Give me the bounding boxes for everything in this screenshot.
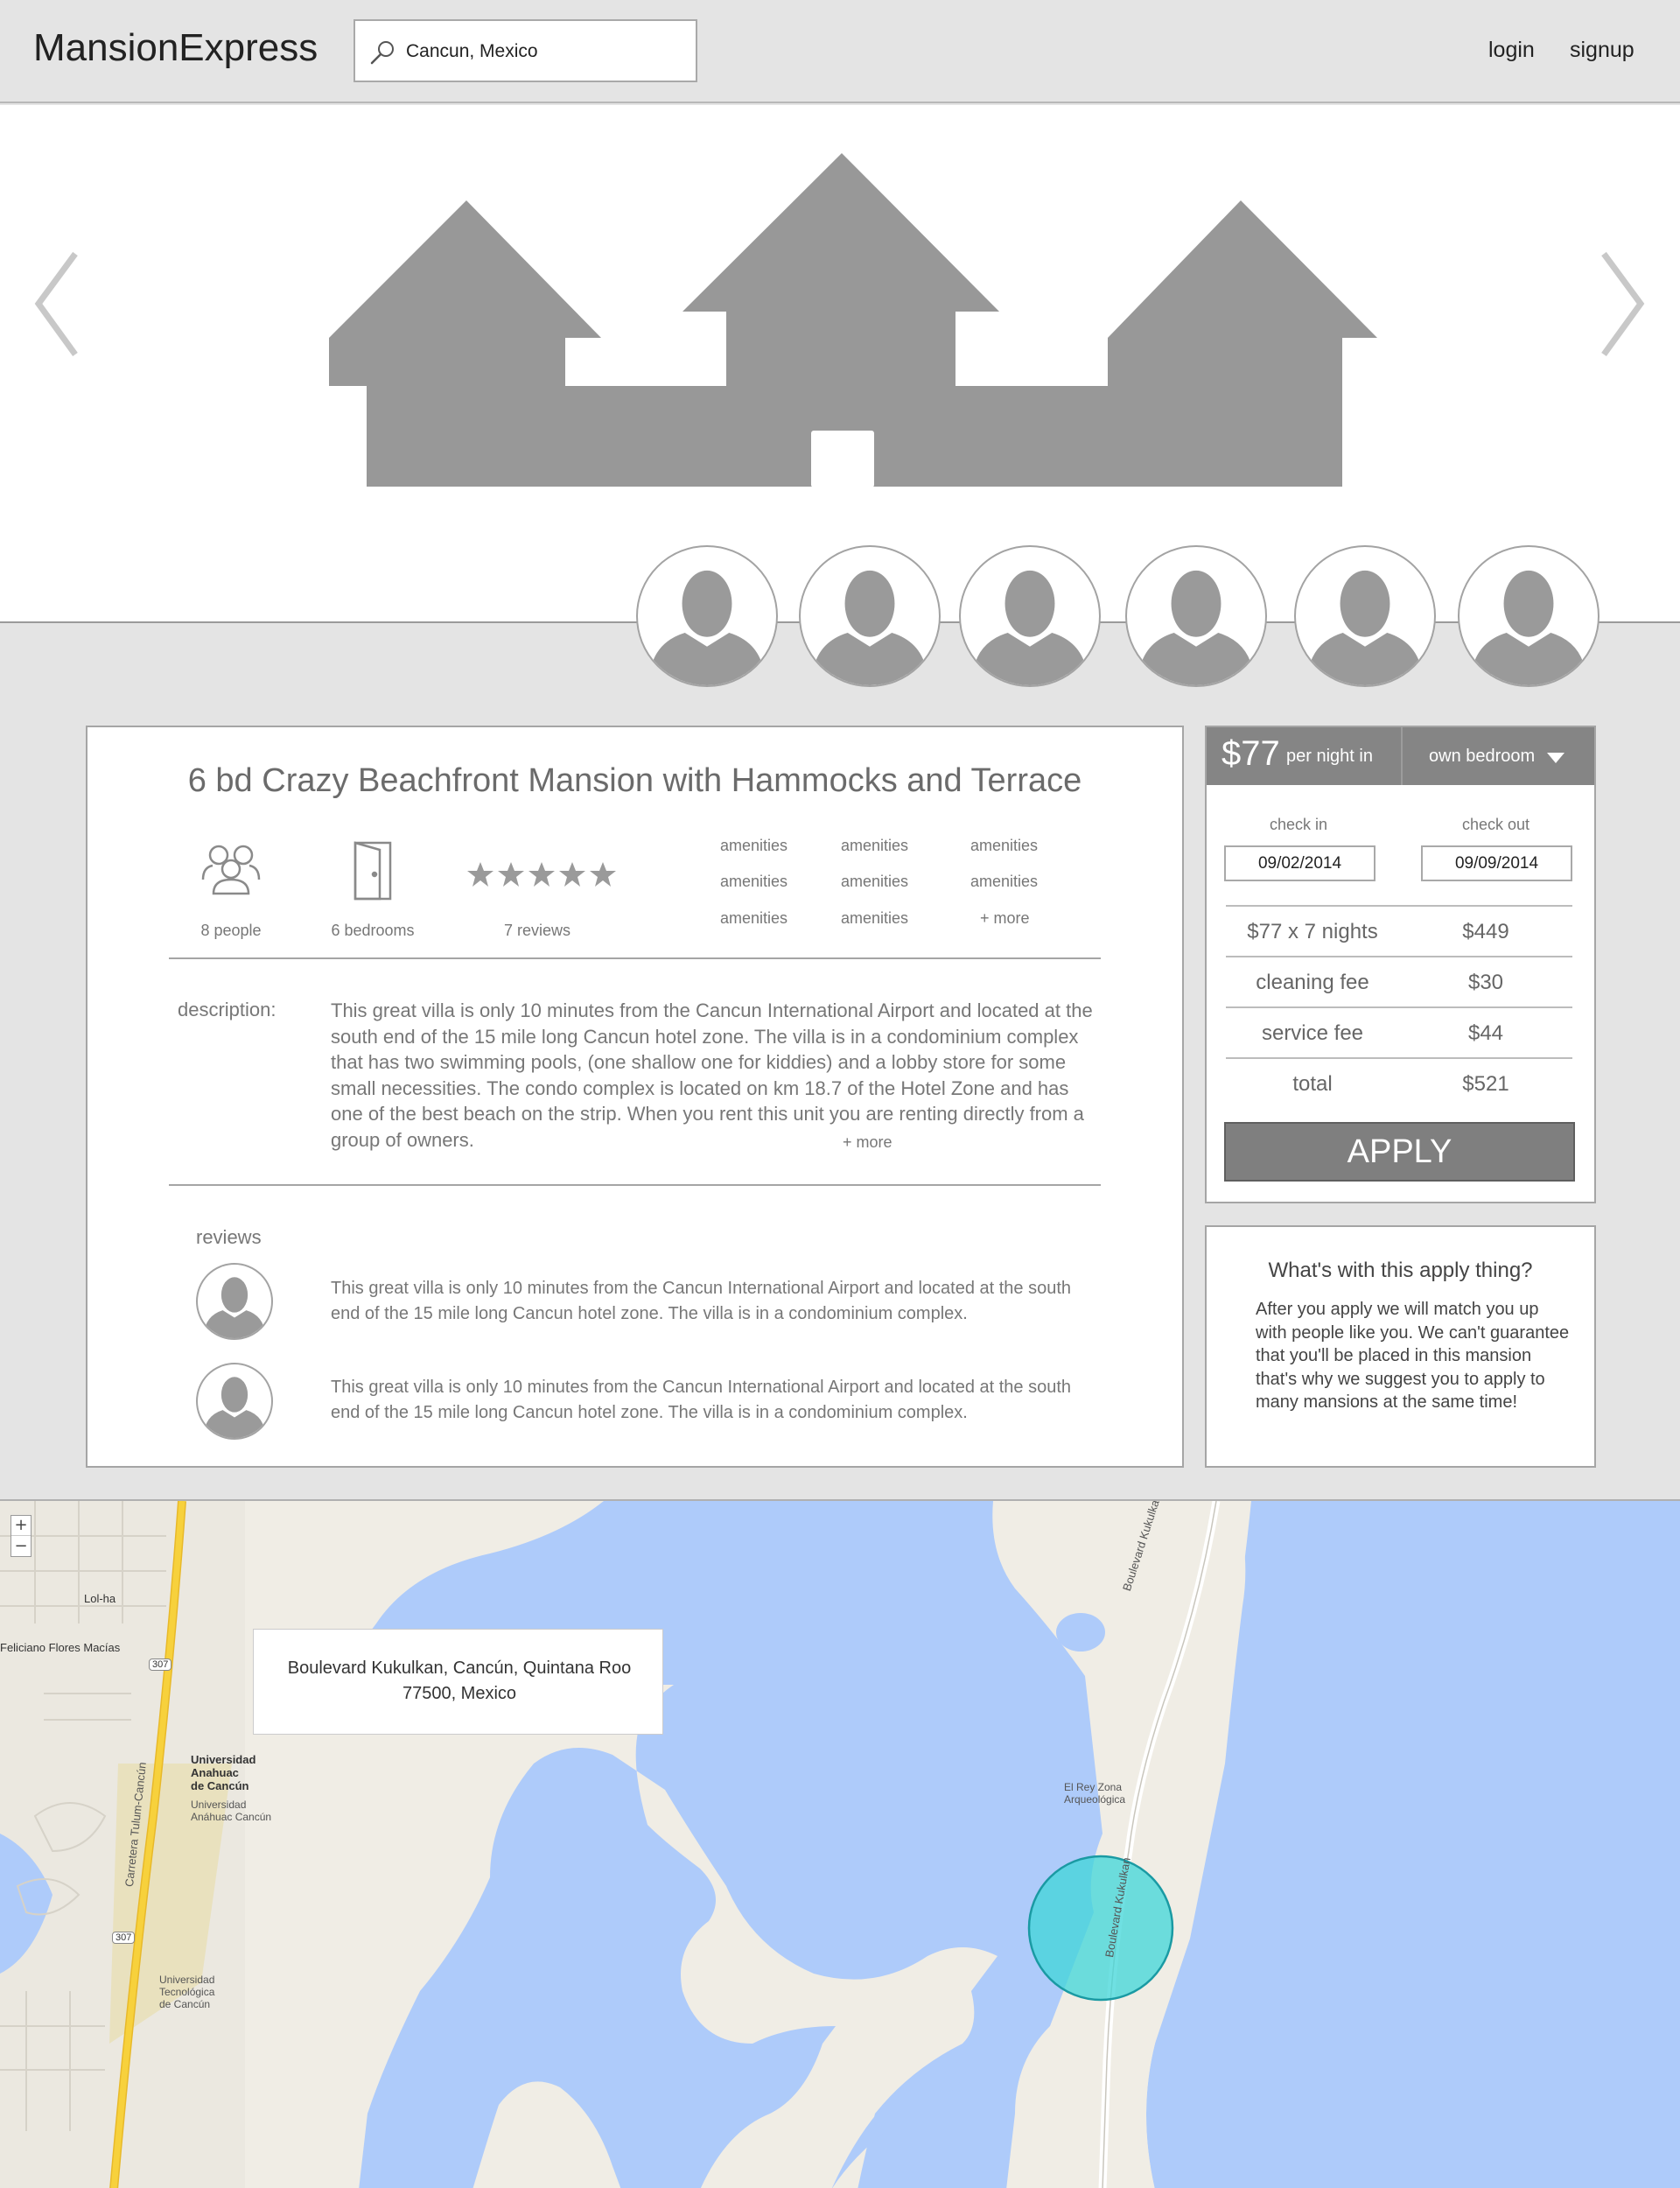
map-zoom-controls: + − bbox=[10, 1515, 32, 1557]
stat-reviews[interactable]: 7 reviews bbox=[467, 841, 616, 939]
amenity-item: amenities bbox=[970, 873, 1039, 890]
listing-title: 6 bd Crazy Beachfront Mansion with Hammo… bbox=[187, 762, 1082, 799]
hero-gallery bbox=[0, 105, 1680, 687]
fee-label: $77 x 7 nights bbox=[1247, 920, 1378, 943]
location-map[interactable]: + − Boulevard Kukulkan, Cancún, Quintana… bbox=[0, 1499, 1680, 2188]
map-label-el-rey: El Rey Zona Arqueológica bbox=[1064, 1781, 1126, 1806]
map-label-universidad-tecnologica: Universidad Tecnológica de Cancún bbox=[159, 1974, 215, 2010]
price-bar: $77 per night in own bedroom bbox=[1207, 727, 1594, 785]
fee-label: cleaning fee bbox=[1256, 971, 1369, 994]
price-amount: $77 bbox=[1222, 734, 1280, 773]
map-label-universidad-anahuac: Universidad Anahuac de Cancún bbox=[191, 1753, 256, 1792]
highway-shield: 307 bbox=[149, 1659, 172, 1671]
site-logo[interactable]: MansionExpress bbox=[33, 26, 318, 70]
people-icon bbox=[201, 845, 261, 895]
top-nav-bar: MansionExpress Cancun, Mexico login sign… bbox=[0, 0, 1680, 103]
highway-shield: 307 bbox=[112, 1932, 136, 1944]
host-avatar[interactable] bbox=[1458, 545, 1600, 687]
amenity-item: amenities bbox=[720, 909, 788, 927]
fee-row-cleaning: cleaning fee $30 bbox=[1226, 956, 1572, 1006]
apply-info-card: What's with this apply thing? After you … bbox=[1205, 1225, 1596, 1468]
check-out-label: check out bbox=[1462, 816, 1530, 833]
host-avatar[interactable] bbox=[1125, 545, 1267, 687]
room-type-dropdown[interactable]: own bedroom bbox=[1401, 727, 1596, 785]
listing-details-card: 6 bd Crazy Beachfront Mansion with Hammo… bbox=[86, 726, 1184, 1468]
search-input[interactable]: Cancun, Mexico bbox=[354, 19, 697, 82]
divider bbox=[169, 957, 1101, 959]
person-icon bbox=[1138, 570, 1255, 685]
reviewer-avatar[interactable] bbox=[196, 1263, 273, 1340]
amenities-more-link[interactable]: + more bbox=[980, 909, 1030, 928]
description-label: description: bbox=[178, 999, 276, 1020]
fee-row-nights: $77 x 7 nights $449 bbox=[1226, 905, 1572, 956]
amenity-item: amenities bbox=[970, 837, 1039, 854]
fee-value: $44 bbox=[1467, 1021, 1504, 1045]
people-count: 8 people bbox=[200, 922, 262, 939]
search-value: Cancun, Mexico bbox=[406, 41, 538, 61]
apply-button[interactable]: APPLY bbox=[1224, 1122, 1575, 1182]
host-avatar[interactable] bbox=[799, 545, 941, 687]
login-link[interactable]: login bbox=[1488, 38, 1535, 63]
room-type-value: own bedroom bbox=[1429, 747, 1536, 766]
person-icon bbox=[971, 570, 1088, 685]
fee-label: total bbox=[1292, 1072, 1333, 1096]
person-icon bbox=[1470, 570, 1587, 685]
reviewer-avatar[interactable] bbox=[196, 1363, 273, 1440]
person-icon bbox=[811, 570, 928, 685]
description-more-link[interactable]: + more bbox=[843, 1133, 892, 1152]
person-icon bbox=[203, 1277, 266, 1338]
caret-down-icon bbox=[1547, 753, 1564, 763]
door-icon bbox=[354, 841, 392, 901]
stat-bedrooms: 6 bedrooms bbox=[303, 841, 443, 939]
chevron-left-icon[interactable] bbox=[32, 249, 84, 359]
house-placeholder-icon bbox=[329, 153, 1377, 487]
amenity-item: amenities bbox=[720, 837, 788, 854]
bedrooms-count: 6 bedrooms bbox=[331, 922, 415, 939]
map-canvas bbox=[0, 1501, 1680, 2188]
fee-value: $30 bbox=[1467, 971, 1504, 994]
map-label-universidad-anahuac-sub: Universidad Anáhuac Cancún bbox=[191, 1799, 272, 1823]
person-icon bbox=[203, 1377, 266, 1438]
fee-label: service fee bbox=[1261, 1021, 1364, 1045]
stat-people: 8 people bbox=[161, 841, 301, 939]
map-label-feliciano: Feliciano Flores Macías bbox=[0, 1641, 121, 1654]
apply-info-title: What's with this apply thing? bbox=[1268, 1259, 1533, 1282]
amenity-item: amenities bbox=[841, 837, 909, 854]
price-unit: per night in bbox=[1286, 747, 1373, 766]
host-avatar[interactable] bbox=[636, 545, 778, 687]
review-text: This great villa is only 10 minutes from… bbox=[331, 1279, 1072, 1323]
map-label-lol-ha: Lol-ha bbox=[84, 1592, 116, 1605]
reviews-count: 7 reviews bbox=[503, 922, 571, 939]
person-icon bbox=[648, 570, 766, 685]
apply-info-text: After you apply we will match you up wit… bbox=[1256, 1300, 1570, 1412]
check-in-label: check in bbox=[1270, 816, 1328, 833]
review-text: This great villa is only 10 minutes from… bbox=[331, 1378, 1072, 1422]
zoom-in-button[interactable]: + bbox=[11, 1516, 31, 1536]
signup-link[interactable]: signup bbox=[1570, 38, 1634, 63]
chevron-right-icon[interactable] bbox=[1595, 249, 1648, 359]
address-tooltip: Boulevard Kukulkan, Cancún, Quintana Roo… bbox=[253, 1629, 663, 1735]
fee-row-service: service fee $44 bbox=[1226, 1006, 1572, 1057]
amenity-item: amenities bbox=[841, 909, 909, 927]
amenity-item: amenities bbox=[720, 873, 788, 890]
check-in-field[interactable]: 09/02/2014 bbox=[1224, 845, 1376, 881]
reviews-label: reviews bbox=[196, 1226, 262, 1248]
person-icon bbox=[1306, 570, 1424, 685]
host-avatar[interactable] bbox=[1294, 545, 1436, 687]
address-text: Boulevard Kukulkan, Cancún, Quintana Roo… bbox=[287, 1659, 632, 1703]
fee-value: $449 bbox=[1462, 920, 1509, 943]
fee-row-total: total $521 bbox=[1226, 1057, 1572, 1108]
fee-value: $521 bbox=[1462, 1072, 1509, 1096]
star-rating-icon bbox=[467, 862, 616, 887]
search-icon bbox=[370, 41, 394, 65]
booking-card: $77 per night in own bedroom check in ch… bbox=[1205, 726, 1596, 1203]
host-avatar[interactable] bbox=[959, 545, 1101, 687]
check-out-field[interactable]: 09/09/2014 bbox=[1421, 845, 1572, 881]
divider bbox=[169, 1184, 1101, 1186]
zoom-out-button[interactable]: − bbox=[11, 1537, 31, 1557]
amenity-item: amenities bbox=[841, 873, 909, 890]
description-text: This great villa is only 10 minutes from… bbox=[331, 999, 1093, 1151]
